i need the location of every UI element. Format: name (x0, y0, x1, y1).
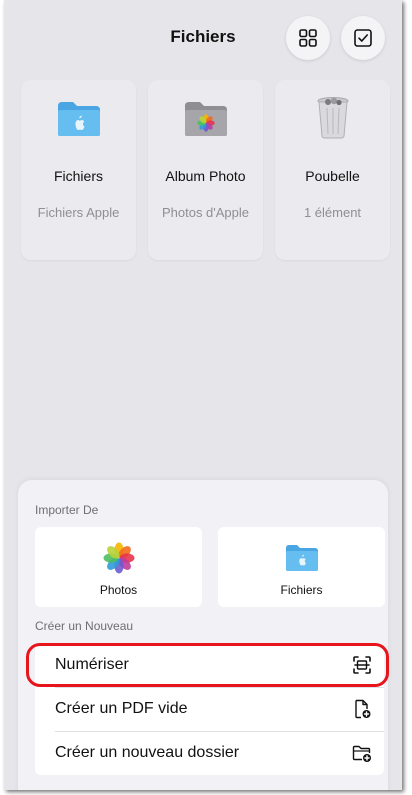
checkbox-icon (354, 29, 372, 47)
files-folder-icon (285, 545, 318, 571)
new-folder-icon (352, 745, 371, 762)
apple-folder-icon (57, 102, 100, 136)
import-section-label: Importer De (35, 503, 99, 517)
location-card-fichiers[interactable]: Fichiers Fichiers Apple (21, 80, 136, 260)
photos-app-icon (103, 542, 134, 574)
location-name: Fichiers (53, 168, 103, 184)
import-option-label: Photos (99, 583, 138, 597)
create-options-list: Numériser Créer un PDF vide Créer un nou… (35, 643, 384, 775)
location-card-poubelle[interactable]: Poubelle 1 élément (275, 80, 390, 260)
photos-folder-icon (184, 102, 227, 136)
select-button[interactable] (341, 16, 385, 60)
create-section-label: Créer un Nouveau (35, 619, 134, 633)
files-app-screen: Fichiers Fichiers Fichiers Apple Album P… (4, 0, 402, 790)
option-label: Créer un PDF vide (55, 700, 188, 717)
grid-icon (299, 29, 317, 47)
import-option-label: Fichiers (280, 583, 323, 597)
location-name: Album Photo (165, 168, 246, 184)
create-blank-pdf-button[interactable]: Créer un PDF vide (35, 687, 384, 731)
create-new-folder-button[interactable]: Créer un nouveau dossier (35, 731, 384, 775)
scan-documents-button[interactable]: Numériser (35, 643, 384, 687)
location-subtitle: Photos d'Apple (161, 205, 250, 220)
trash-icon (317, 97, 348, 139)
location-subtitle: 1 élément (303, 205, 362, 220)
import-photos-button[interactable]: Photos (35, 527, 202, 607)
location-subtitle: Fichiers Apple (37, 205, 120, 220)
option-label: Créer un nouveau dossier (55, 744, 240, 761)
option-label: Numériser (55, 656, 129, 673)
scan-icon (353, 656, 371, 674)
import-fichiers-button[interactable]: Fichiers (218, 527, 385, 607)
location-card-album-photo[interactable]: Album Photo Photos d'Apple (148, 80, 263, 260)
new-document-icon (355, 699, 371, 719)
view-toggle-button[interactable] (286, 16, 330, 60)
add-menu-sheet: Importer De Photos Fichiers Créer un Nou… (18, 480, 389, 790)
location-name: Poubelle (305, 168, 360, 184)
